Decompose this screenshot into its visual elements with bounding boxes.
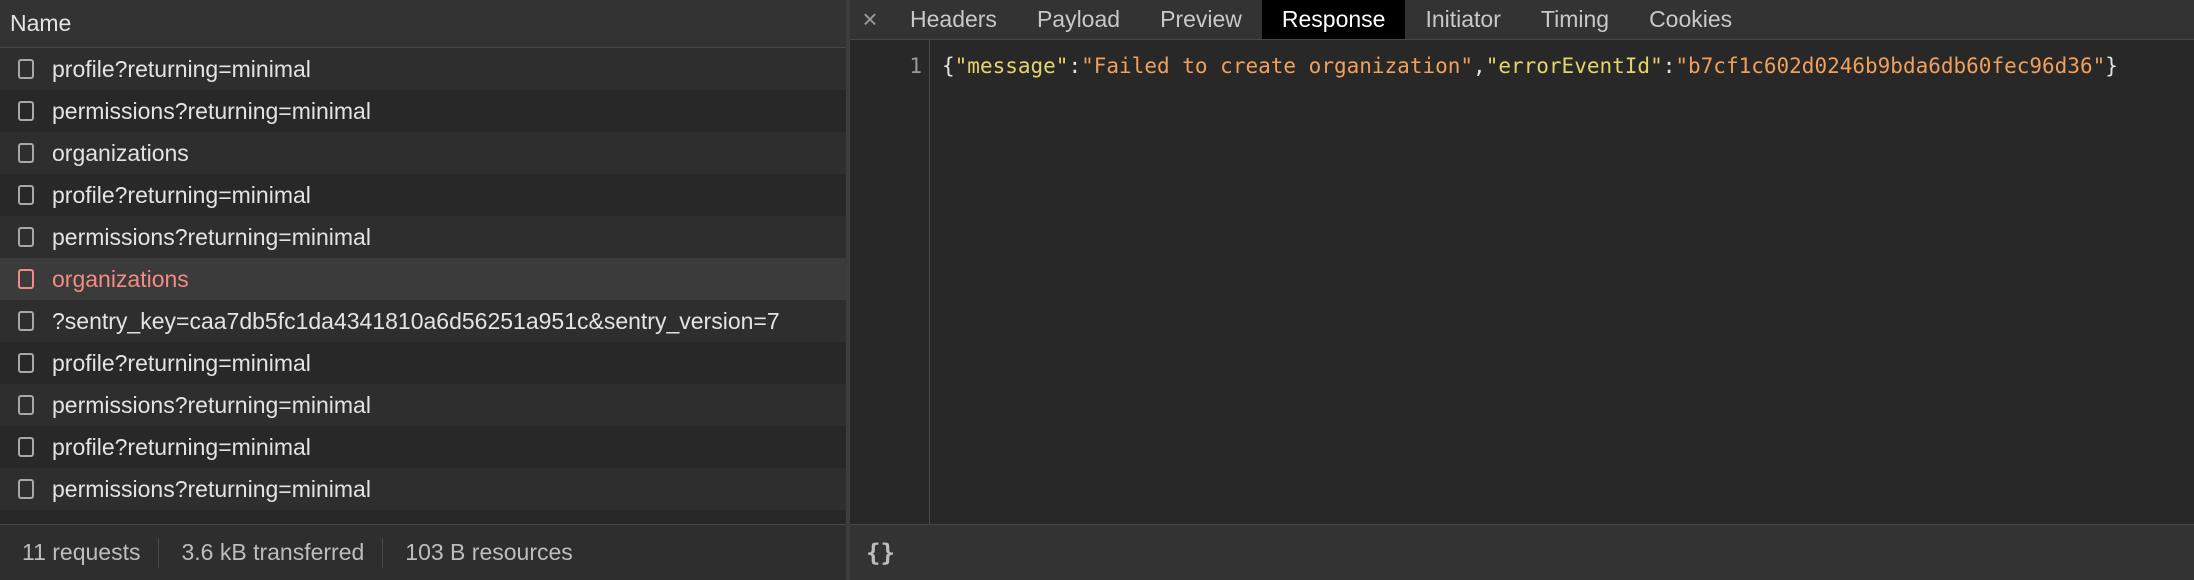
checkbox-icon xyxy=(18,395,34,415)
checkbox-icon xyxy=(18,353,34,373)
checkbox-icon xyxy=(18,185,34,205)
checkbox-icon xyxy=(18,227,34,247)
json-brace: { xyxy=(942,54,955,78)
response-footer: {} xyxy=(850,524,2194,580)
pretty-print-button[interactable]: {} xyxy=(866,539,895,567)
line-number: 1 xyxy=(909,54,922,78)
json-colon: : xyxy=(1662,54,1676,78)
tab-response[interactable]: Response xyxy=(1261,0,1406,39)
json-key: "message" xyxy=(954,54,1069,78)
request-name: profile?returning=minimal xyxy=(52,55,311,82)
request-row[interactable]: permissions?returning=minimal xyxy=(0,468,846,510)
name-column-header[interactable]: Name xyxy=(0,0,846,48)
checkbox-icon xyxy=(18,479,34,499)
request-row[interactable]: ?sentry_key=caa7db5fc1da4341810a6d56251a… xyxy=(0,300,846,342)
request-list-panel: Name profile?returning=minimal permissio… xyxy=(0,0,846,580)
request-row-selected[interactable]: organizations xyxy=(0,258,846,300)
tab-initiator[interactable]: Initiator xyxy=(1405,0,1520,39)
request-row[interactable]: profile?returning=minimal xyxy=(0,426,846,468)
transferred-size: 3.6 kB transferred xyxy=(181,539,365,565)
response-line: {"message":"Failed to create organizatio… xyxy=(942,54,2118,78)
request-row[interactable]: permissions?returning=minimal xyxy=(0,384,846,426)
tab-cookies[interactable]: Cookies xyxy=(1629,0,1752,39)
request-details-panel: × Headers Payload Preview Response Initi… xyxy=(850,0,2194,580)
request-name: profile?returning=minimal xyxy=(52,181,311,208)
checkbox-icon xyxy=(18,143,34,163)
request-row[interactable]: organizations xyxy=(0,132,846,174)
request-name: permissions?returning=minimal xyxy=(52,391,371,418)
tab-payload[interactable]: Payload xyxy=(1017,0,1140,39)
tab-timing[interactable]: Timing xyxy=(1521,0,1629,39)
name-column-header-label: Name xyxy=(10,10,72,36)
json-comma: , xyxy=(1473,54,1486,78)
request-name: permissions?returning=minimal xyxy=(52,223,371,250)
request-name: profile?returning=minimal xyxy=(52,433,311,460)
request-name: ?sentry_key=caa7db5fc1da4341810a6d56251a… xyxy=(52,307,780,334)
request-rows: profile?returning=minimal permissions?re… xyxy=(0,48,846,510)
json-string: "Failed to create organization" xyxy=(1081,54,1474,78)
checkbox-icon xyxy=(18,59,34,79)
request-name: organizations xyxy=(52,265,189,292)
json-colon: : xyxy=(1068,54,1082,78)
json-brace: } xyxy=(2105,54,2118,78)
checkbox-icon xyxy=(18,437,34,457)
json-string: "b7cf1c602d0246b9bda6db60fec96d36" xyxy=(1675,54,2106,78)
request-name: profile?returning=minimal xyxy=(52,349,311,376)
tab-headers[interactable]: Headers xyxy=(890,0,1017,39)
request-row[interactable]: permissions?returning=minimal xyxy=(0,216,846,258)
summary-bar: 11 requests 3.6 kB transferred 103 B res… xyxy=(0,524,846,580)
request-row[interactable]: profile?returning=minimal xyxy=(0,342,846,384)
checkbox-icon xyxy=(18,311,34,331)
requests-count: 11 requests xyxy=(22,539,141,565)
line-number-gutter: 1 xyxy=(850,40,930,524)
close-icon[interactable]: × xyxy=(850,0,890,39)
request-row[interactable]: profile?returning=minimal xyxy=(0,174,846,216)
request-row[interactable]: permissions?returning=minimal xyxy=(0,90,846,132)
details-tab-bar: × Headers Payload Preview Response Initi… xyxy=(850,0,2194,40)
request-row[interactable]: profile?returning=minimal xyxy=(0,48,846,90)
resources-size: 103 B resources xyxy=(405,539,573,565)
json-key: "errorEventId" xyxy=(1485,54,1663,78)
response-viewer[interactable]: 1 {"message":"Failed to create organizat… xyxy=(850,40,2194,524)
checkbox-icon xyxy=(18,269,34,289)
request-name: permissions?returning=minimal xyxy=(52,97,371,124)
tab-preview[interactable]: Preview xyxy=(1140,0,1262,39)
request-name: organizations xyxy=(52,139,189,166)
checkbox-icon xyxy=(18,101,34,121)
request-name: permissions?returning=minimal xyxy=(52,475,371,502)
